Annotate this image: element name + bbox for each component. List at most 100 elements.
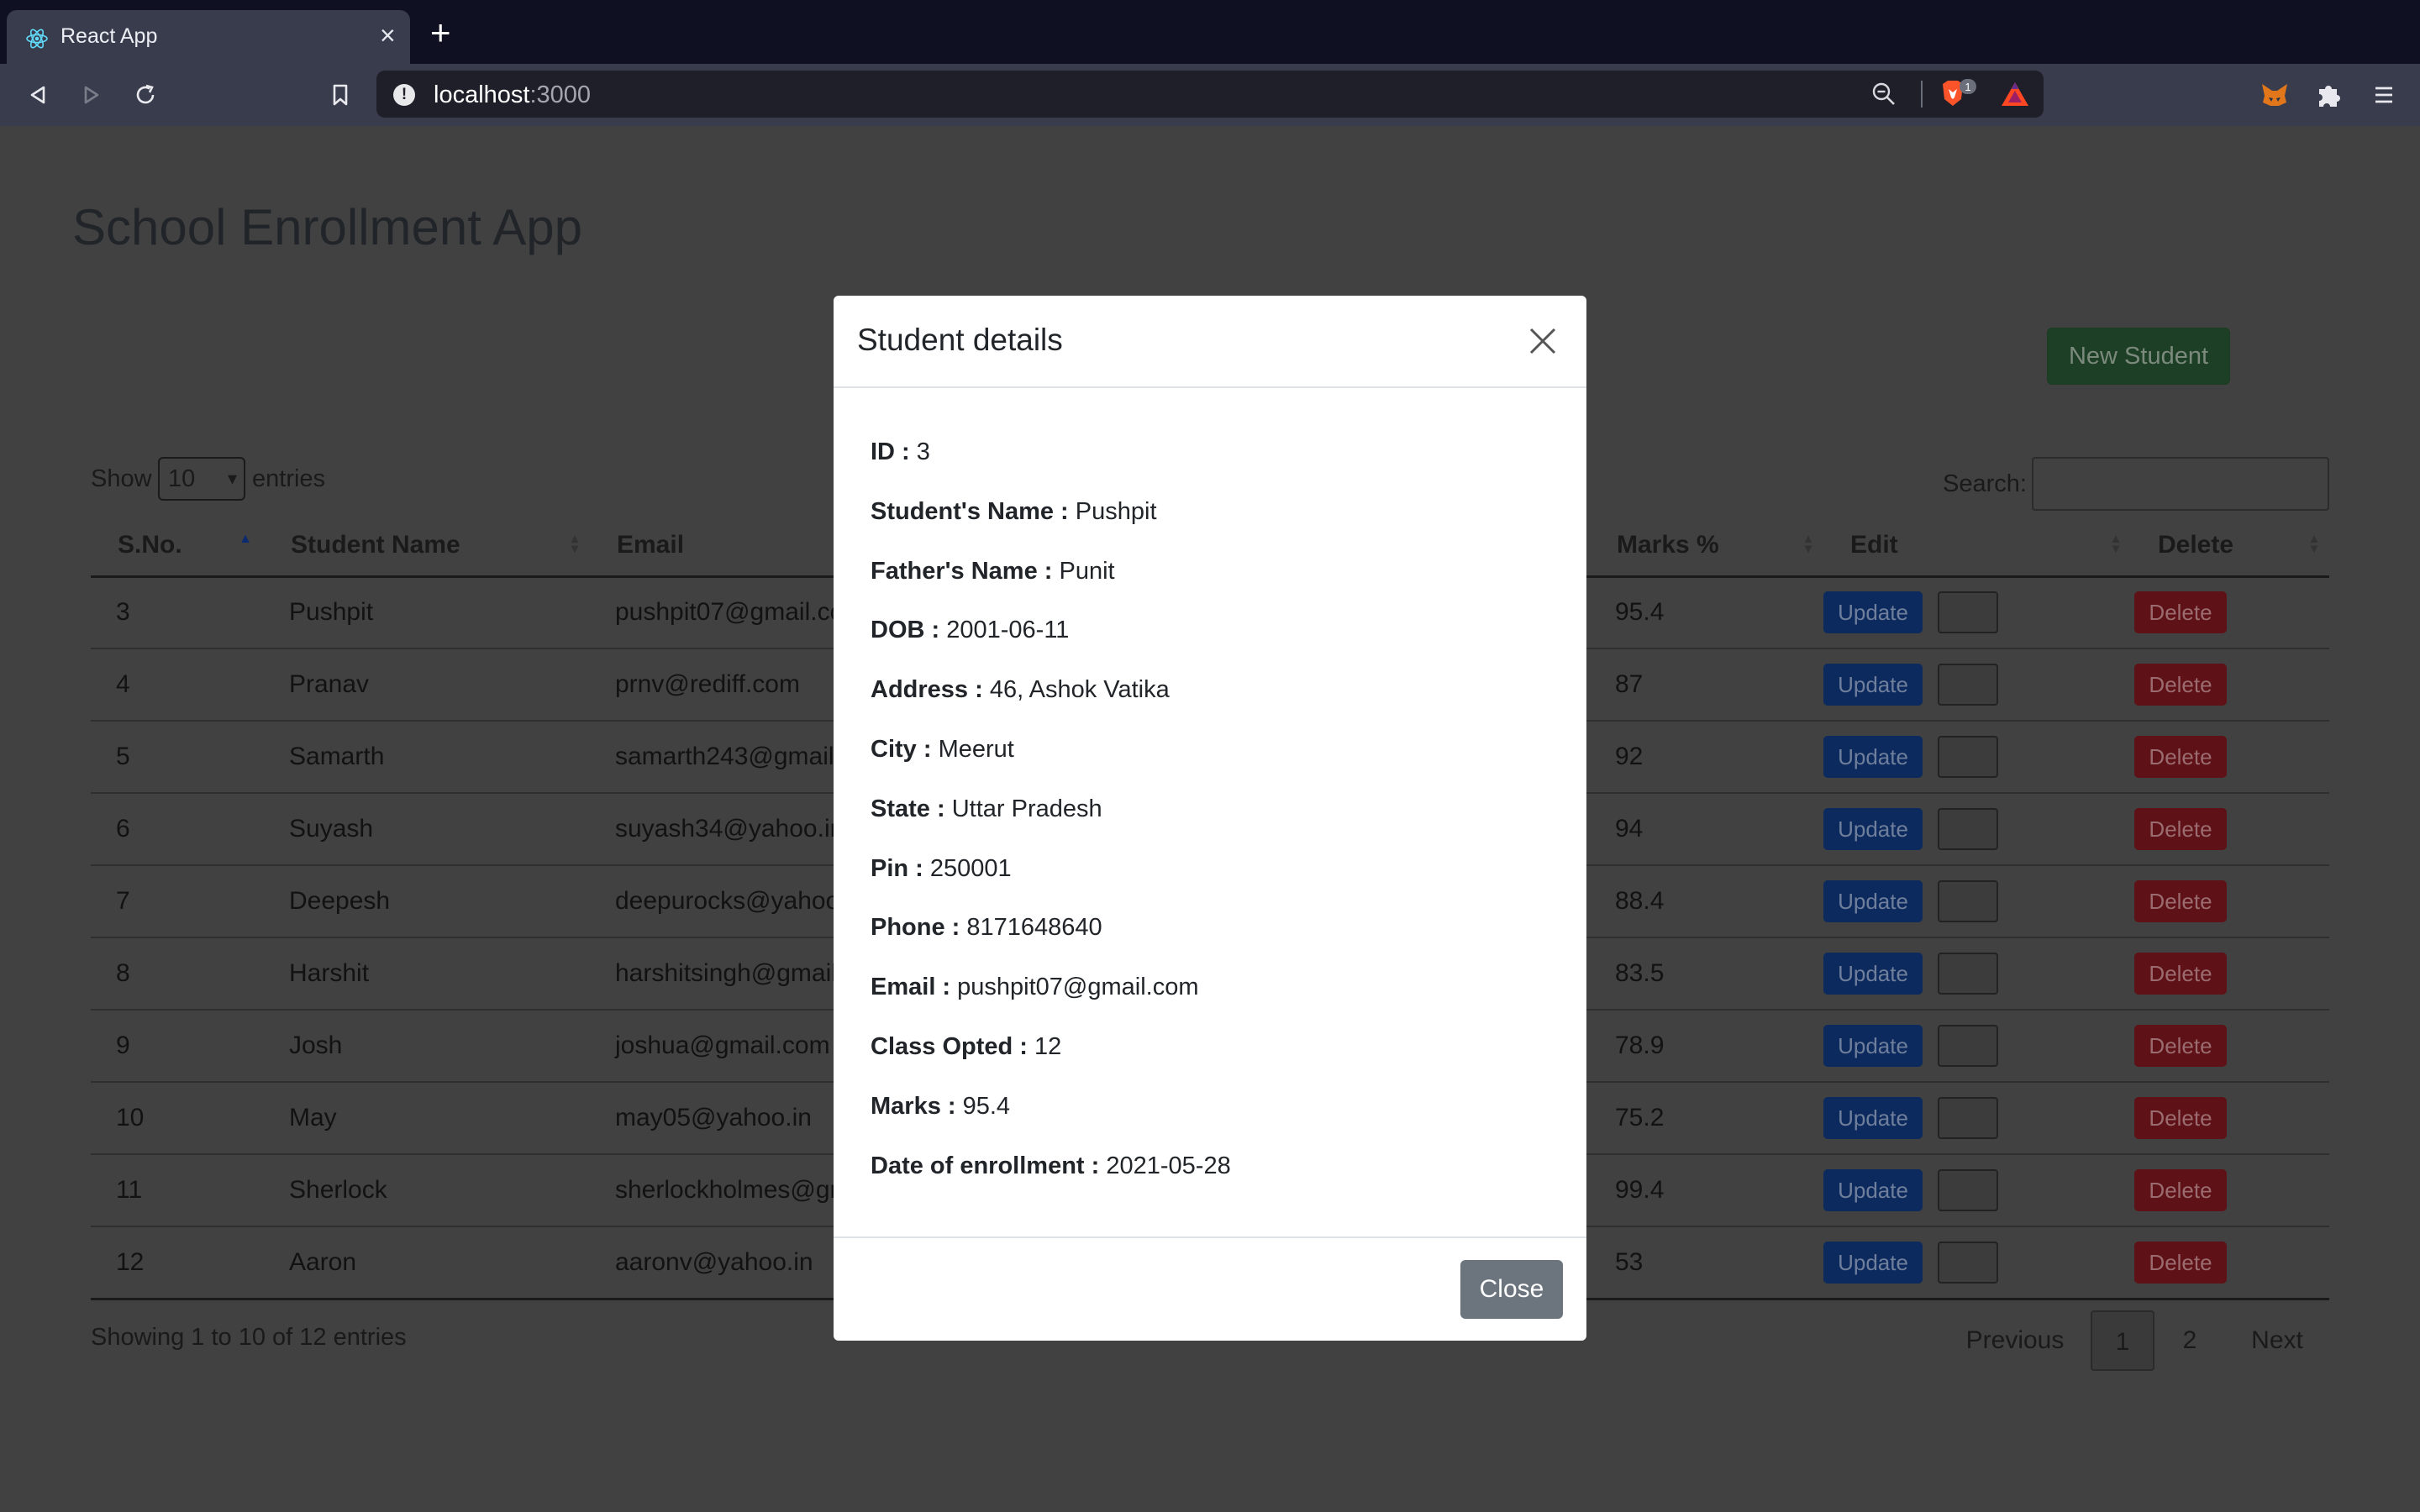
delete-button[interactable]: Delete [2134, 1025, 2227, 1067]
update-button[interactable]: Update [1823, 1169, 1923, 1211]
update-button[interactable]: Update [1823, 1241, 1923, 1284]
bat-rewards-icon[interactable] [2000, 81, 2030, 108]
close-button[interactable]: Close [1460, 1260, 1563, 1319]
update-input[interactable] [1938, 736, 1998, 778]
new-student-button[interactable]: New Student [2047, 328, 2230, 385]
url-text[interactable]: localhost:3000 [434, 81, 591, 109]
back-icon[interactable] [24, 81, 52, 109]
detail-label: State : [871, 795, 945, 822]
close-icon[interactable] [1526, 324, 1560, 358]
update-button[interactable]: Update [1823, 1025, 1923, 1067]
delete-button[interactable]: Delete [2134, 880, 2227, 922]
menu-icon[interactable] [2368, 79, 2400, 111]
delete-button[interactable]: Delete [2134, 736, 2227, 778]
update-button[interactable]: Update [1823, 591, 1923, 634]
new-tab-icon[interactable]: + [430, 15, 451, 50]
cell-sno: 3 [91, 576, 264, 649]
cell-sno: 6 [91, 793, 264, 866]
modal-footer: Close [834, 1236, 1586, 1341]
update-input[interactable] [1938, 880, 1998, 922]
update-input[interactable] [1938, 1097, 1998, 1139]
update-button[interactable]: Update [1823, 808, 1923, 850]
cell-edit: Update [1823, 721, 2131, 794]
update-input[interactable] [1938, 808, 1998, 850]
cell-sno: 12 [91, 1226, 264, 1300]
reload-icon[interactable] [131, 81, 160, 109]
delete-button[interactable]: Delete [2134, 1097, 2227, 1139]
cell-marks: 75.2 [1590, 1082, 1823, 1155]
delete-button[interactable]: Delete [2134, 808, 2227, 850]
cell-student-name: Pranav [264, 648, 590, 722]
address-bar[interactable]: ! localhost:3000 1 [376, 71, 2044, 118]
delete-button[interactable]: Delete [2134, 953, 2227, 995]
entries-select[interactable]: 10 ▾ [158, 457, 245, 501]
detail-value: Punit [1059, 557, 1115, 585]
react-icon [26, 29, 48, 49]
update-button[interactable]: Update [1823, 953, 1923, 995]
cell-sno: 9 [91, 1010, 264, 1083]
update-input[interactable] [1938, 1169, 1998, 1211]
update-input[interactable] [1938, 1025, 1998, 1067]
student-details-modal: Student details ID : 3 Student's Name : P… [834, 296, 1586, 1341]
brave-shield-icon[interactable]: 1 [1938, 77, 1978, 111]
detail-label: Marks : [871, 1092, 956, 1120]
column-header-delete[interactable]: Delete ▴ ▾ [2131, 516, 2329, 578]
info-icon[interactable]: ! [393, 84, 415, 106]
bookmark-icon[interactable] [326, 81, 355, 109]
cell-marks: 92 [1590, 721, 1823, 794]
update-input[interactable] [1938, 664, 1998, 706]
detail-value: 2001-06-11 [946, 617, 1070, 644]
update-button[interactable]: Update [1823, 880, 1923, 922]
update-button[interactable]: Update [1823, 1097, 1923, 1139]
delete-button[interactable]: Delete [2134, 664, 2227, 706]
cell-edit: Update [1823, 1082, 2131, 1155]
detail-value: Pushpit [1075, 497, 1157, 525]
pagination-page-2[interactable]: 2 [2165, 1310, 2215, 1371]
update-input[interactable] [1938, 591, 1998, 634]
tab-close-icon[interactable]: × [380, 22, 396, 49]
detail-label: Phone : [871, 914, 960, 942]
update-button[interactable]: Update [1823, 736, 1923, 778]
extensions-icon[interactable] [2312, 79, 2344, 111]
modal-title: Student details [857, 323, 1063, 357]
column-header-student-name[interactable]: Student Name ▴ ▾ [264, 516, 590, 578]
detail-row: Date of enrollment : 2021-05-28 [871, 1152, 1231, 1180]
cell-marks: 99.4 [1590, 1154, 1823, 1227]
detail-label: DOB : [871, 617, 940, 644]
sort-asc-icon: ▲ [239, 532, 252, 546]
update-input[interactable] [1938, 953, 1998, 995]
detail-row: ID : 3 [871, 438, 930, 466]
cell-student-name: Samarth [264, 721, 590, 794]
delete-button[interactable]: Delete [2134, 1169, 2227, 1211]
detail-value: Meerut [938, 736, 1014, 763]
detail-value: 3 [916, 438, 930, 465]
cell-delete: Delete [2131, 937, 2329, 1011]
cell-marks: 95.4 [1590, 576, 1823, 649]
update-input[interactable] [1938, 1241, 1998, 1284]
pagination-next[interactable]: Next [2235, 1310, 2319, 1371]
column-header-edit[interactable]: Edit ▴ ▾ [1823, 516, 2131, 578]
search-label: Search: [1943, 470, 2027, 497]
column-header-sno[interactable]: S.No. ▲ [91, 516, 264, 578]
cell-edit: Update [1823, 576, 2131, 649]
detail-label: City : [871, 736, 932, 763]
browser-tab-strip: React App × + [0, 0, 2420, 64]
delete-button[interactable]: Delete [2134, 1241, 2227, 1284]
pagination-page-1[interactable]: 1 [2091, 1310, 2154, 1371]
delete-button[interactable]: Delete [2134, 591, 2227, 634]
detail-value: Uttar Pradesh [951, 795, 1102, 822]
url-separator [1921, 81, 1923, 108]
table-info: Showing 1 to 10 of 12 entries [91, 1324, 407, 1351]
forward-icon[interactable] [77, 81, 106, 109]
zoom-out-icon[interactable] [1870, 81, 1897, 108]
pagination-previous[interactable]: Previous [1958, 1310, 2072, 1371]
metamask-icon[interactable] [2259, 79, 2291, 111]
detail-label: Class Opted : [871, 1033, 1028, 1060]
cell-student-name: Sherlock [264, 1154, 590, 1227]
update-button[interactable]: Update [1823, 664, 1923, 706]
search-input[interactable] [2032, 457, 2329, 511]
detail-label: Pin : [871, 854, 923, 882]
detail-label: Date of enrollment : [871, 1152, 1100, 1179]
browser-tab[interactable]: React App × [7, 10, 410, 64]
column-header-marks[interactable]: Marks % ▴ ▾ [1590, 516, 1823, 578]
